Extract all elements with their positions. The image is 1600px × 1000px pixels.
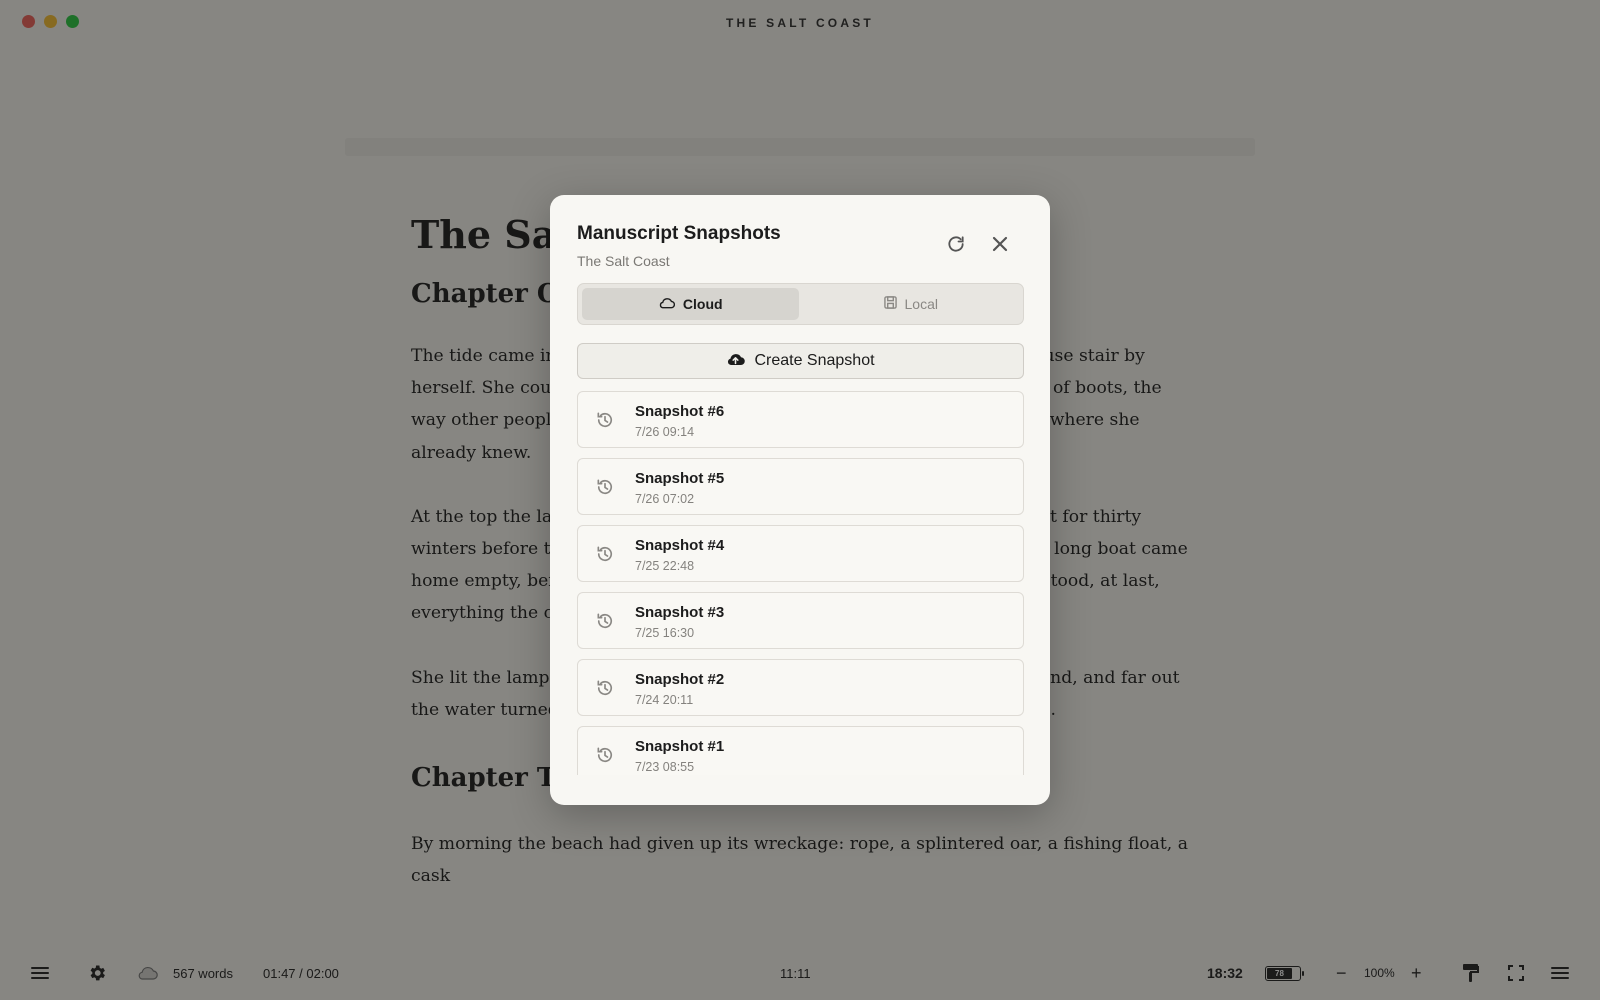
- tab-label: Cloud: [682, 296, 723, 312]
- close-button[interactable]: [987, 233, 1013, 259]
- history-icon: [595, 410, 615, 430]
- tab-label: Local: [904, 296, 938, 312]
- history-icon: [595, 678, 615, 698]
- snapshot-name: Snapshot #2: [635, 671, 725, 688]
- snapshot-item[interactable]: Snapshot #5 7/26 07:02: [577, 458, 1024, 515]
- cloud-upload-icon: [726, 352, 746, 371]
- snapshot-item[interactable]: Snapshot #2 7/24 20:11: [577, 659, 1024, 716]
- storage-tabs: Cloud Local: [577, 283, 1024, 325]
- tab-local[interactable]: Local: [803, 288, 1020, 320]
- snapshot-name: Snapshot #6: [635, 403, 725, 420]
- refresh-button[interactable]: [943, 233, 969, 259]
- snapshot-item[interactable]: Snapshot #1 7/23 08:55: [577, 726, 1024, 775]
- refresh-icon: [946, 234, 966, 259]
- snapshot-item[interactable]: Snapshot #6 7/26 09:14: [577, 391, 1024, 448]
- snapshot-date: 7/26 07:02: [635, 492, 695, 506]
- snapshot-name: Snapshot #5: [635, 470, 725, 487]
- snapshot-name: Snapshot #1: [635, 738, 725, 755]
- history-icon: [595, 611, 615, 631]
- snapshot-name: Snapshot #3: [635, 604, 725, 621]
- snapshots-dialog: Manuscript Snapshots The Salt Coast Clou…: [550, 195, 1050, 805]
- snapshot-date: 7/25 22:48: [635, 559, 695, 573]
- history-icon: [595, 745, 615, 765]
- snapshot-date: 7/23 08:55: [635, 760, 695, 774]
- create-snapshot-button[interactable]: Create Snapshot: [577, 343, 1024, 379]
- create-snapshot-label: Create Snapshot: [754, 352, 875, 369]
- tab-cloud[interactable]: Cloud: [582, 288, 799, 320]
- close-icon: [992, 236, 1008, 257]
- dialog-subtitle: The Salt Coast: [577, 253, 670, 269]
- dialog-title: Manuscript Snapshots: [577, 223, 781, 244]
- cloud-icon: [658, 296, 675, 312]
- history-icon: [595, 477, 615, 497]
- snapshot-item[interactable]: Snapshot #3 7/25 16:30: [577, 592, 1024, 649]
- snapshot-name: Snapshot #4: [635, 537, 725, 554]
- snapshot-item[interactable]: Snapshot #4 7/25 22:48: [577, 525, 1024, 582]
- snapshot-date: 7/24 20:11: [635, 693, 694, 707]
- history-icon: [595, 544, 615, 564]
- save-icon: [883, 296, 897, 312]
- snapshot-date: 7/25 16:30: [635, 626, 695, 640]
- snapshot-list[interactable]: Snapshot #6 7/26 09:14 Snapshot #5 7/26 07:…: [577, 391, 1024, 775]
- snapshot-date: 7/26 09:14: [635, 425, 695, 439]
